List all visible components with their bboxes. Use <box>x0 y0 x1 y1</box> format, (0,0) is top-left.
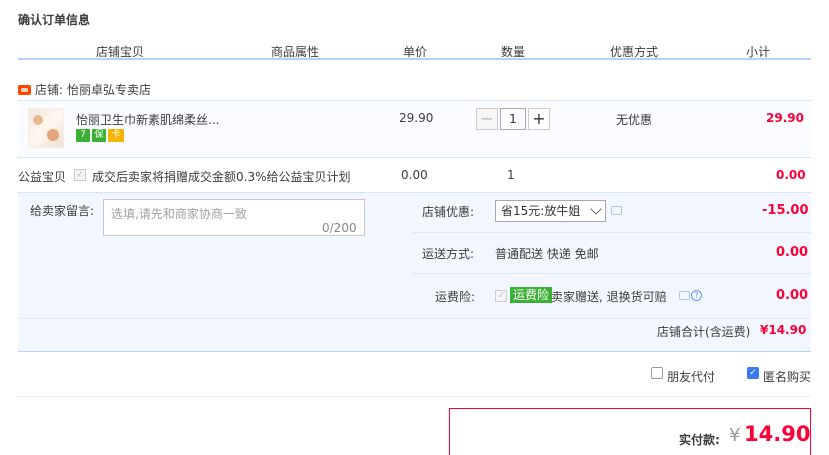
chat-icon[interactable] <box>611 206 622 215</box>
product-title-link[interactable]: 怡丽卫生巾新素肌绵柔丝... <box>76 111 219 128</box>
divider <box>18 396 811 397</box>
divider <box>413 273 811 274</box>
anonymous-label[interactable]: 匿名购买 <box>763 368 811 385</box>
chevron-down-icon <box>590 203 602 215</box>
shop-discount-selected: 省15元:放牛姐 <box>501 204 581 218</box>
quantity-decrease-button[interactable]: − <box>476 108 498 130</box>
shipping-label: 运送方式: <box>422 247 475 261</box>
shipping-method: 普通配送 快递 免邮 <box>495 247 599 261</box>
currency-symbol: ¥ <box>729 425 741 446</box>
memo-char-count: 0/200 <box>322 221 357 235</box>
shipping-value: 0.00 <box>776 245 809 260</box>
memo-label: 给卖家留言: <box>30 204 95 218</box>
item-discount: 无优惠 <box>616 113 653 127</box>
quantity-input[interactable]: 1 <box>500 108 526 130</box>
charity-text: 成交后卖家将捐赠成交金额0.3%给公益宝贝计划 <box>92 170 351 184</box>
item-row <box>18 100 811 158</box>
item-subtotal: 29.90 <box>766 111 804 125</box>
insurance-tag: 运费险 <box>510 287 553 303</box>
divider <box>413 232 811 233</box>
header-divider <box>18 58 811 60</box>
shop-discount-label: 店铺优惠: <box>422 205 475 219</box>
charity-subtotal: 0.00 <box>776 168 806 182</box>
quantity-increase-button[interactable]: + <box>528 108 550 130</box>
quantity-stepper: − 1 + <box>476 108 550 130</box>
charity-price: 0.00 <box>401 168 428 182</box>
anonymous-checkbox[interactable]: ✓ <box>747 367 759 379</box>
shop-label: 店铺: <box>35 83 64 97</box>
insurance-text: 卖家赠送, 退换货可赔 <box>551 290 667 304</box>
store-total-label: 店铺合计(含运费) <box>657 325 751 339</box>
insurance-label: 运费险: <box>435 290 476 304</box>
charity-label: 公益宝贝 <box>18 170 67 184</box>
help-icon[interactable]: ? <box>691 290 702 301</box>
memo-placeholder: 选填,请先和商家协商一致 <box>111 207 247 221</box>
shop-name-link[interactable]: 怡丽卓弘专卖店 <box>67 81 151 98</box>
shop-icon <box>18 84 31 95</box>
seven-day-return-icon[interactable]: 7 <box>76 129 90 142</box>
payment-total: 14.90 <box>744 422 811 446</box>
credit-card-icon[interactable]: 卡 <box>108 129 124 142</box>
shop-row: 店铺: 怡丽卓弘专卖店 <box>18 81 151 98</box>
store-total-value: ¥14.90 <box>760 323 807 337</box>
page-title: 确认订单信息 <box>18 13 91 27</box>
shop-discount-select[interactable]: 省15元:放牛姐 <box>495 200 606 222</box>
unit-price: 29.90 <box>399 111 434 125</box>
insurance-value: 0.00 <box>776 288 809 303</box>
panel-bottom-divider <box>18 351 811 352</box>
charity-checkbox: ✓ <box>74 169 86 181</box>
product-thumbnail[interactable] <box>28 108 64 148</box>
friend-pay-checkbox[interactable] <box>651 367 663 379</box>
service-badges: 7 保 卡 <box>76 129 124 142</box>
friend-pay-label[interactable]: 朋友代付 <box>667 368 715 385</box>
payment-label: 实付款: <box>679 433 720 447</box>
guarantee-icon[interactable]: 保 <box>92 129 106 142</box>
chat-icon[interactable] <box>679 291 690 300</box>
shop-discount-value: -15.00 <box>762 203 809 218</box>
insurance-checkbox: ✓ <box>495 290 507 302</box>
charity-quantity: 1 <box>507 168 515 182</box>
